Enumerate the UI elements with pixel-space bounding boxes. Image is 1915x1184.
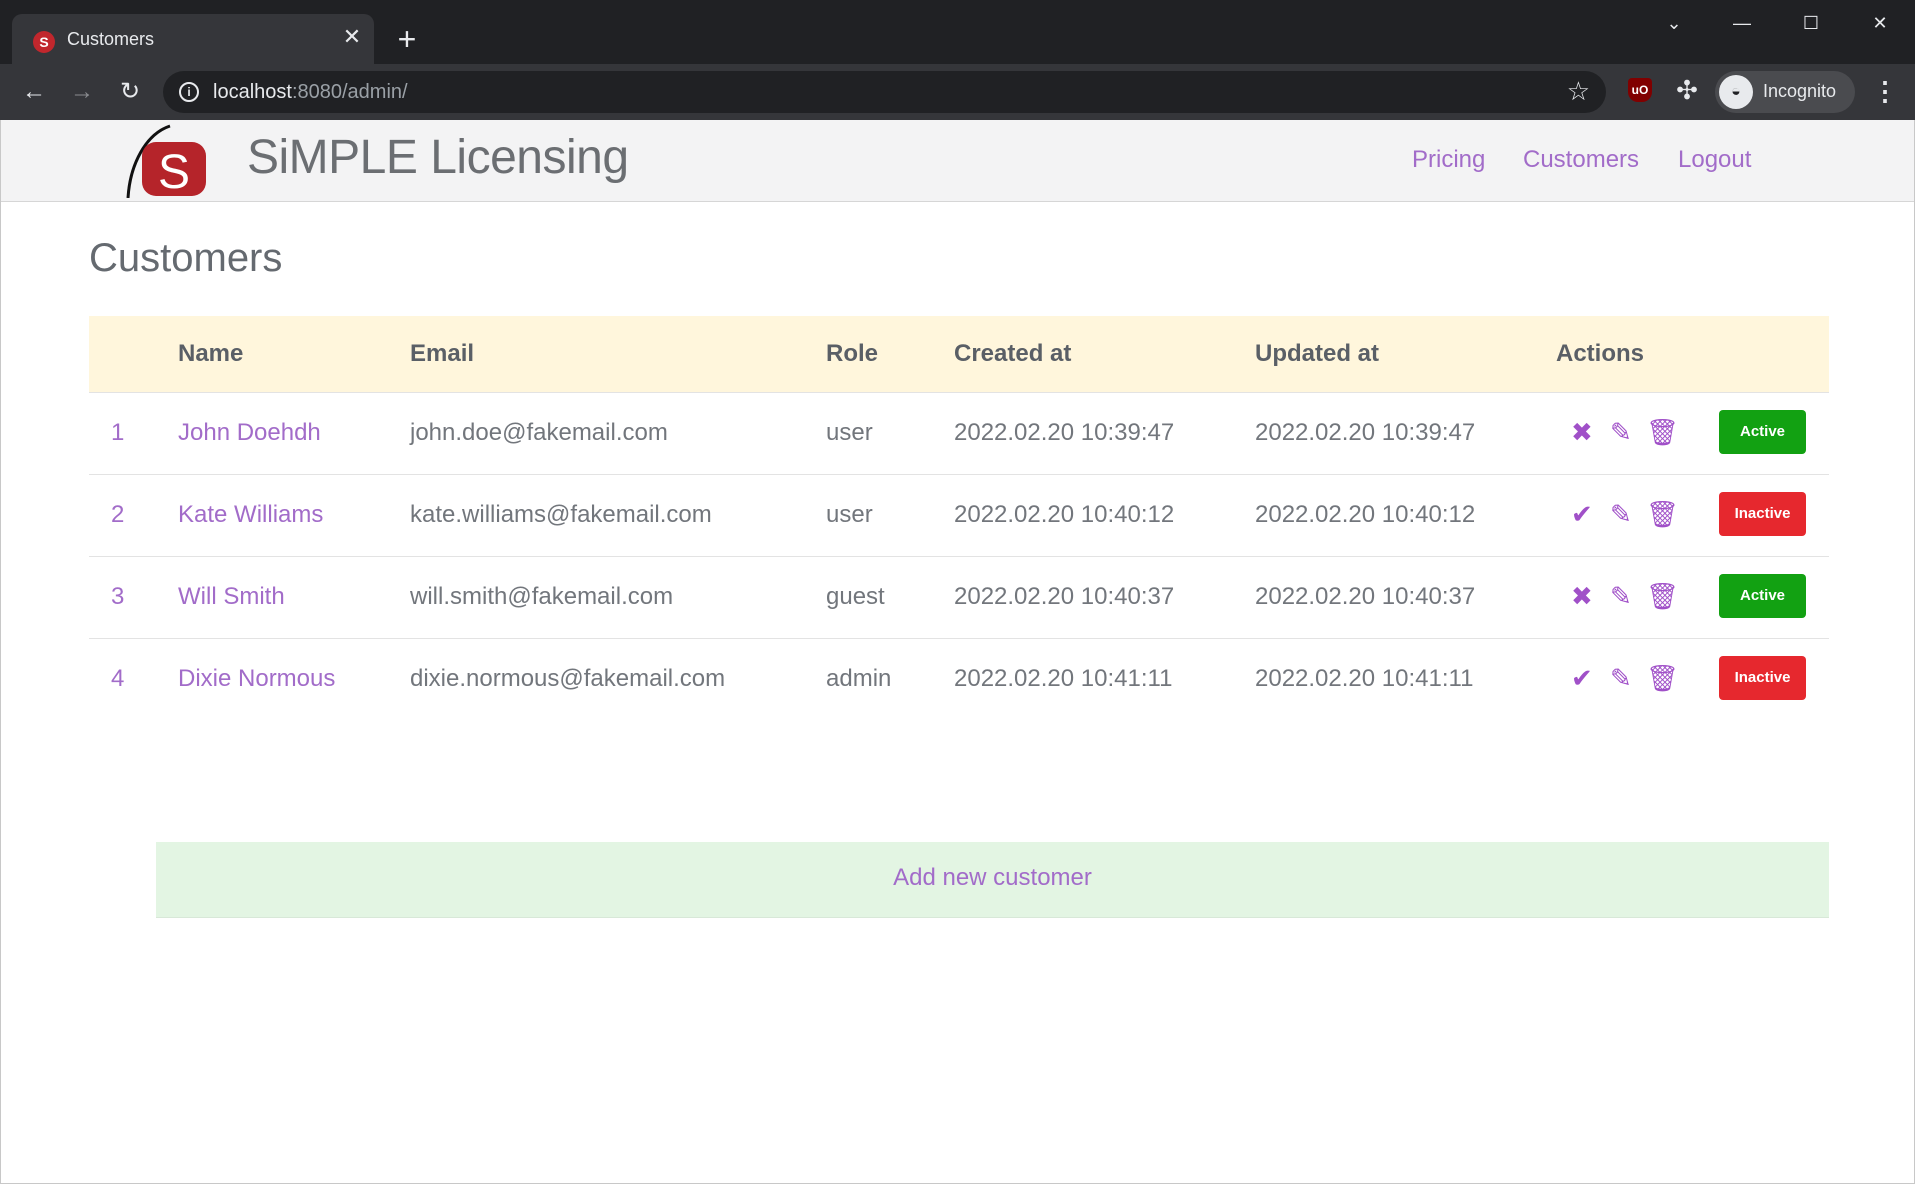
deactivate-x-icon[interactable]: ✖ [1571, 417, 1593, 447]
status-badge[interactable]: Active [1719, 574, 1806, 618]
column-header-name: Name [178, 339, 244, 367]
row-id[interactable]: 3 [89, 556, 178, 638]
actions-cell: ✔ ✎ 🗑 Inactive [1556, 638, 1829, 720]
reload-icon[interactable]: ↻ [112, 75, 148, 109]
tab-search-icon[interactable]: ⌄ [1650, 8, 1698, 38]
table-row: 2 Kate Williams kate.williams@fakemail.c… [89, 474, 1829, 556]
page-title: Customers [89, 236, 283, 280]
updated-at: 2022.02.20 10:40:12 [1255, 501, 1476, 528]
nav-link-logout[interactable]: Logout [1678, 146, 1751, 174]
customer-role: guest [826, 583, 885, 610]
actions-cell: ✔ ✎ 🗑 Inactive [1556, 474, 1829, 556]
table-header-row: Name Email Role Created at Updated at Ac… [89, 316, 1829, 392]
nav-link-pricing[interactable]: Pricing [1412, 146, 1485, 174]
add-customer-row[interactable]: Add new customer [156, 842, 1829, 918]
deactivate-x-icon[interactable]: ✖ [1571, 581, 1593, 611]
incognito-profile-button[interactable]: ◒ Incognito [1715, 71, 1855, 113]
created-at: 2022.02.20 10:40:12 [954, 501, 1175, 528]
customer-email: john.doe@fakemail.com [410, 419, 668, 446]
customer-name-link[interactable]: Dixie Normous [178, 638, 410, 720]
web-page: S SiMPLE Licensing Pricing Customers Log… [0, 120, 1915, 1184]
status-badge[interactable]: Inactive [1719, 492, 1806, 536]
table-row: 4 Dixie Normous dixie.normous@fakemail.c… [89, 638, 1829, 720]
edit-pencil-icon[interactable]: ✎ [1610, 581, 1632, 611]
created-at: 2022.02.20 10:39:47 [954, 419, 1175, 446]
site-navbar: S SiMPLE Licensing Pricing Customers Log… [1, 120, 1914, 202]
column-header-role: Role [826, 339, 879, 367]
new-tab-icon[interactable]: + [390, 22, 424, 56]
updated-at: 2022.02.20 10:41:11 [1255, 665, 1474, 693]
edit-pencil-icon[interactable]: ✎ [1610, 417, 1632, 447]
browser-tab[interactable]: S Customers ✕ [12, 14, 374, 64]
actions-cell: ✖ ✎ 🗑 Active [1556, 556, 1829, 638]
customer-name-link[interactable]: Kate Williams [178, 474, 410, 556]
back-arrow-icon[interactable]: ← [16, 75, 52, 109]
incognito-icon: ◒ [1719, 75, 1753, 109]
browser-toolbar: ← → ↻ i localhost:8080/admin/ ☆ uO ✣ ◒ I… [0, 64, 1915, 120]
status-badge[interactable]: Active [1719, 410, 1806, 454]
nav-link-customers[interactable]: Customers [1523, 146, 1639, 174]
table-row: 3 Will Smith will.smith@fakemail.com gue… [89, 556, 1829, 638]
address-bar[interactable]: i localhost:8080/admin/ ☆ [163, 71, 1606, 113]
simple-logo-icon[interactable]: S [126, 124, 208, 198]
customer-role: admin [826, 665, 892, 693]
site-info-icon[interactable]: i [179, 82, 199, 102]
browser-tabstrip: S Customers ✕ + ⌄ — ☐ ✕ [0, 0, 1915, 64]
add-new-customer-link[interactable]: Add new customer [156, 864, 1829, 892]
customer-email: will.smith@fakemail.com [410, 583, 674, 610]
url-text[interactable]: localhost:8080/admin/ [213, 81, 408, 104]
delete-trash-icon[interactable]: 🗑 [1646, 663, 1679, 693]
delete-trash-icon[interactable]: 🗑 [1646, 581, 1679, 611]
window-close-icon[interactable]: ✕ [1856, 8, 1904, 38]
delete-trash-icon[interactable]: 🗑 [1646, 417, 1679, 447]
status-badge[interactable]: Inactive [1719, 656, 1806, 701]
bookmark-star-icon[interactable]: ☆ [1567, 76, 1590, 107]
created-at: 2022.02.20 10:40:37 [954, 583, 1175, 610]
logo-letter: S [158, 146, 190, 198]
tab-title: Customers [67, 29, 155, 49]
row-id[interactable]: 4 [89, 638, 178, 720]
incognito-label: Incognito [1763, 81, 1837, 101]
customer-email: kate.williams@fakemail.com [410, 501, 712, 528]
customer-email: dixie.normous@fakemail.com [410, 665, 726, 693]
customer-name-link[interactable]: John Doehdh [178, 392, 410, 474]
edit-pencil-icon[interactable]: ✎ [1610, 499, 1632, 529]
customer-role: user [826, 501, 873, 528]
updated-at: 2022.02.20 10:39:47 [1255, 419, 1476, 446]
updated-at: 2022.02.20 10:40:37 [1255, 583, 1476, 610]
extensions-puzzle-icon[interactable]: ✣ [1675, 77, 1699, 103]
customer-role: user [826, 419, 873, 446]
column-header-created: Created at [954, 339, 1072, 367]
row-id[interactable]: 2 [89, 474, 178, 556]
column-header-actions: Actions [1556, 339, 1645, 367]
site-favicon-icon: S [33, 31, 55, 53]
customer-name-link[interactable]: Will Smith [178, 556, 410, 638]
browser-menu-icon[interactable]: ⋮ [1872, 76, 1898, 106]
activate-check-icon[interactable]: ✔ [1571, 663, 1593, 693]
edit-pencil-icon[interactable]: ✎ [1610, 663, 1632, 693]
column-header-id [89, 316, 178, 392]
forward-arrow-icon[interactable]: → [64, 75, 100, 109]
column-header-email: Email [410, 339, 475, 367]
created-at: 2022.02.20 10:41:11 [954, 665, 1173, 693]
brand-title[interactable]: SiMPLE Licensing [247, 130, 629, 185]
actions-cell: ✖ ✎ 🗑 Active [1556, 392, 1829, 474]
row-id[interactable]: 1 [89, 392, 178, 474]
delete-trash-icon[interactable]: 🗑 [1646, 499, 1679, 529]
customers-table: Name Email Role Created at Updated at Ac… [89, 316, 1829, 918]
activate-check-icon[interactable]: ✔ [1571, 499, 1593, 529]
column-header-updated: Updated at [1255, 339, 1380, 367]
ublock-extension-icon[interactable]: uO [1628, 78, 1652, 102]
minimize-icon[interactable]: — [1718, 8, 1766, 38]
maximize-icon[interactable]: ☐ [1787, 8, 1835, 38]
table-row: 1 John Doehdh john.doe@fakemail.com user… [89, 392, 1829, 474]
tab-close-icon[interactable]: ✕ [338, 23, 366, 51]
